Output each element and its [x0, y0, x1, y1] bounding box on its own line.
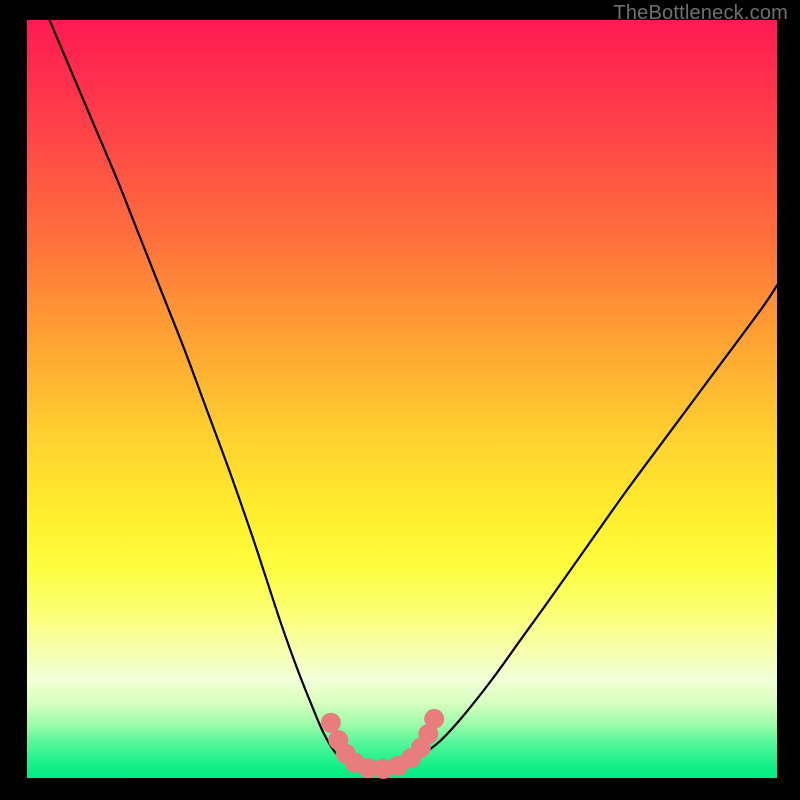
- optimal-marker-group: [321, 709, 444, 779]
- bottleneck-curve-path: [50, 20, 778, 770]
- optimal-marker-dot: [321, 713, 341, 733]
- chart-frame: TheBottleneck.com: [0, 0, 800, 800]
- plot-area: [27, 20, 777, 778]
- optimal-marker-dot: [424, 709, 444, 729]
- chart-svg: [27, 20, 777, 778]
